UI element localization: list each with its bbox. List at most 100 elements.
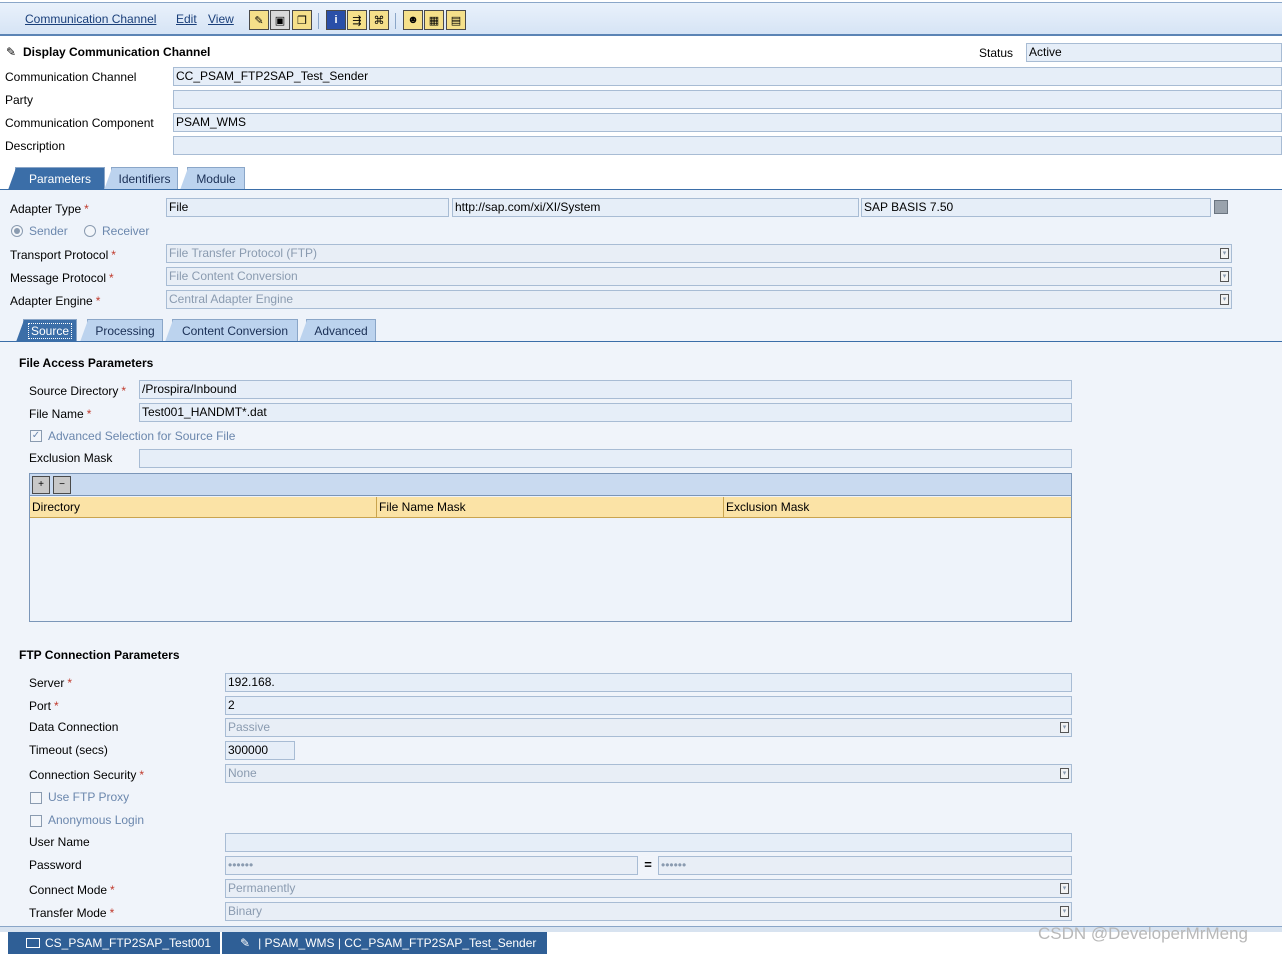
file-access-title: File Access Parameters [19, 356, 154, 370]
anonymous-login-checkbox[interactable] [30, 815, 42, 827]
transport-protocol-select[interactable]: File Transfer Protocol (FTP) ▾ [166, 244, 1232, 263]
save-icon[interactable]: ▣ [270, 10, 290, 30]
server-field[interactable]: 192.168. [225, 673, 1072, 692]
file-name-field[interactable]: Test001_HANDMT*.dat [139, 403, 1072, 422]
menu-communication-channel[interactable]: Communication Channel [25, 12, 156, 26]
port-field[interactable]: 2 [225, 696, 1072, 715]
party-label: Party [5, 93, 34, 107]
adapter-swcv-field[interactable]: SAP BASIS 7.50 [861, 198, 1211, 217]
dropdown-icon: ▾ [1060, 883, 1069, 894]
footer-tab-scenario-label: CS_PSAM_FTP2SAP_Test001 [45, 936, 212, 950]
adapter-engine-select[interactable]: Central Adapter Engine ▾ [166, 290, 1232, 309]
connect-mode-select[interactable]: Permanently ▾ [225, 879, 1072, 898]
timeout-field[interactable]: 300000 [225, 741, 295, 760]
dropdown-icon: ▾ [1060, 906, 1069, 917]
transport-protocol-label: Transport Protocol * [10, 248, 116, 262]
advanced-selection-table: + − Directory File Name Mask Exclusion M… [29, 473, 1072, 622]
receiver-label: Receiver [102, 224, 150, 238]
description-field[interactable] [173, 136, 1282, 155]
tab-parameters[interactable]: Parameters [8, 167, 105, 190]
party-field[interactable] [173, 90, 1282, 109]
user-name-field[interactable] [225, 833, 1072, 852]
column-exclusion-mask[interactable]: Exclusion Mask [724, 497, 1071, 517]
connection-security-label: Connection Security * [29, 768, 145, 782]
receiver-radio[interactable] [84, 225, 96, 237]
component-label: Communication Component [5, 116, 154, 130]
page-title: Display Communication Channel [23, 45, 211, 59]
delete-row-icon[interactable]: − [53, 476, 71, 494]
toolbar-separator [395, 13, 396, 29]
tab-content-conversion[interactable]: Content Conversion [165, 319, 298, 342]
dropdown-icon: ▾ [1220, 271, 1229, 282]
password-label: Password [29, 858, 82, 872]
edit-pencil-icon[interactable]: ✎ [249, 10, 269, 30]
description-label: Description [5, 139, 66, 153]
password-confirm-field[interactable]: •••••• [658, 856, 1072, 875]
connection-security-select[interactable]: None ▾ [225, 764, 1072, 783]
ftp-connection-title: FTP Connection Parameters [19, 648, 180, 662]
timeout-label: Timeout (secs) [29, 743, 108, 757]
data-connection-select[interactable]: Passive ▾ [225, 718, 1072, 737]
menu-edit[interactable]: Edit [176, 12, 197, 26]
sender-radio[interactable] [11, 225, 23, 237]
tab-processing[interactable]: Processing [80, 319, 163, 342]
message-protocol-label: Message Protocol * [10, 271, 114, 285]
connect-mode-label: Connect Mode * [29, 883, 115, 897]
adapter-engine-label: Adapter Engine * [10, 294, 101, 308]
tab-parameters-label: Parameters [28, 171, 92, 186]
tab-source-label: Source [27, 322, 73, 339]
component-field[interactable]: PSAM_WMS [173, 113, 1282, 132]
toolbar-separator [318, 13, 319, 29]
user-name-label: User Name [29, 835, 90, 849]
tab-source[interactable]: Source [16, 319, 77, 342]
advanced-selection-checkbox[interactable]: ✓ [30, 430, 42, 442]
tab-content-conversion-label: Content Conversion [181, 323, 289, 338]
channel-field[interactable]: CC_PSAM_FTP2SAP_Test_Sender [173, 67, 1282, 86]
copy-icon[interactable]: ❐ [292, 10, 312, 30]
source-directory-label: Source Directory * [29, 384, 127, 398]
insert-row-icon[interactable]: + [32, 476, 50, 494]
exclusion-mask-field[interactable] [139, 449, 1072, 468]
transfer-mode-select[interactable]: Binary ▾ [225, 902, 1072, 921]
footer-tab-scenario[interactable]: CS_PSAM_FTP2SAP_Test001 [8, 932, 220, 954]
history-icon[interactable]: ⌘ [369, 10, 389, 30]
column-directory[interactable]: Directory [30, 497, 377, 517]
data-connection-label: Data Connection [29, 720, 119, 734]
table-toolbar: + − [30, 474, 1071, 496]
anonymous-login-label: Anonymous Login [48, 813, 145, 827]
tab-module-label: Module [196, 171, 236, 186]
adapter-type-field[interactable]: File [166, 198, 449, 217]
password-field[interactable]: •••••• [225, 856, 638, 875]
tab-module[interactable]: Module [180, 167, 245, 190]
sender-label: Sender [29, 224, 68, 238]
tab-processing-label: Processing [95, 323, 155, 338]
source-directory-field[interactable]: /Prospira/Inbound [139, 380, 1072, 399]
tab-identifiers[interactable]: Identifiers [104, 167, 178, 190]
adapter-type-label: Adapter Type * [10, 202, 89, 216]
tab-advanced[interactable]: Advanced [299, 319, 376, 342]
adapter-namespace-field[interactable]: http://sap.com/xi/XI/System [452, 198, 859, 217]
channel-icon: ✎ [6, 45, 17, 59]
column-file-name-mask[interactable]: File Name Mask [377, 497, 724, 517]
where-used-icon[interactable]: ⇶ [347, 10, 367, 30]
transfer-mode-label: Transfer Mode * [29, 906, 115, 920]
info-icon[interactable]: i [326, 10, 346, 30]
dropdown-icon: ▾ [1220, 248, 1229, 259]
menu-view[interactable]: View [208, 12, 234, 26]
footer-tab-channel[interactable]: ✎ | PSAM_WMS | CC_PSAM_FTP2SAP_Test_Send… [222, 932, 547, 954]
status-field[interactable]: Active [1026, 43, 1282, 62]
exclusion-mask-label: Exclusion Mask [29, 451, 113, 465]
user-icon[interactable]: ☻ [403, 10, 423, 30]
use-ftp-proxy-checkbox[interactable] [30, 792, 42, 804]
table-header: Directory File Name Mask Exclusion Mask [30, 497, 1071, 518]
channel-icon: ✎ [240, 936, 251, 950]
message-protocol-select[interactable]: File Content Conversion ▾ [166, 267, 1232, 286]
port-label: Port * [29, 699, 59, 713]
footer-tab-channel-label: | PSAM_WMS | CC_PSAM_FTP2SAP_Test_Sender [258, 936, 537, 950]
advanced-selection-label: Advanced Selection for Source File [48, 429, 236, 443]
table-icon[interactable]: ▦ [424, 10, 444, 30]
scenario-icon [26, 938, 40, 948]
dropdown-icon: ▾ [1060, 768, 1069, 779]
document-icon[interactable]: ▤ [446, 10, 466, 30]
copy-object-icon[interactable] [1214, 200, 1228, 214]
